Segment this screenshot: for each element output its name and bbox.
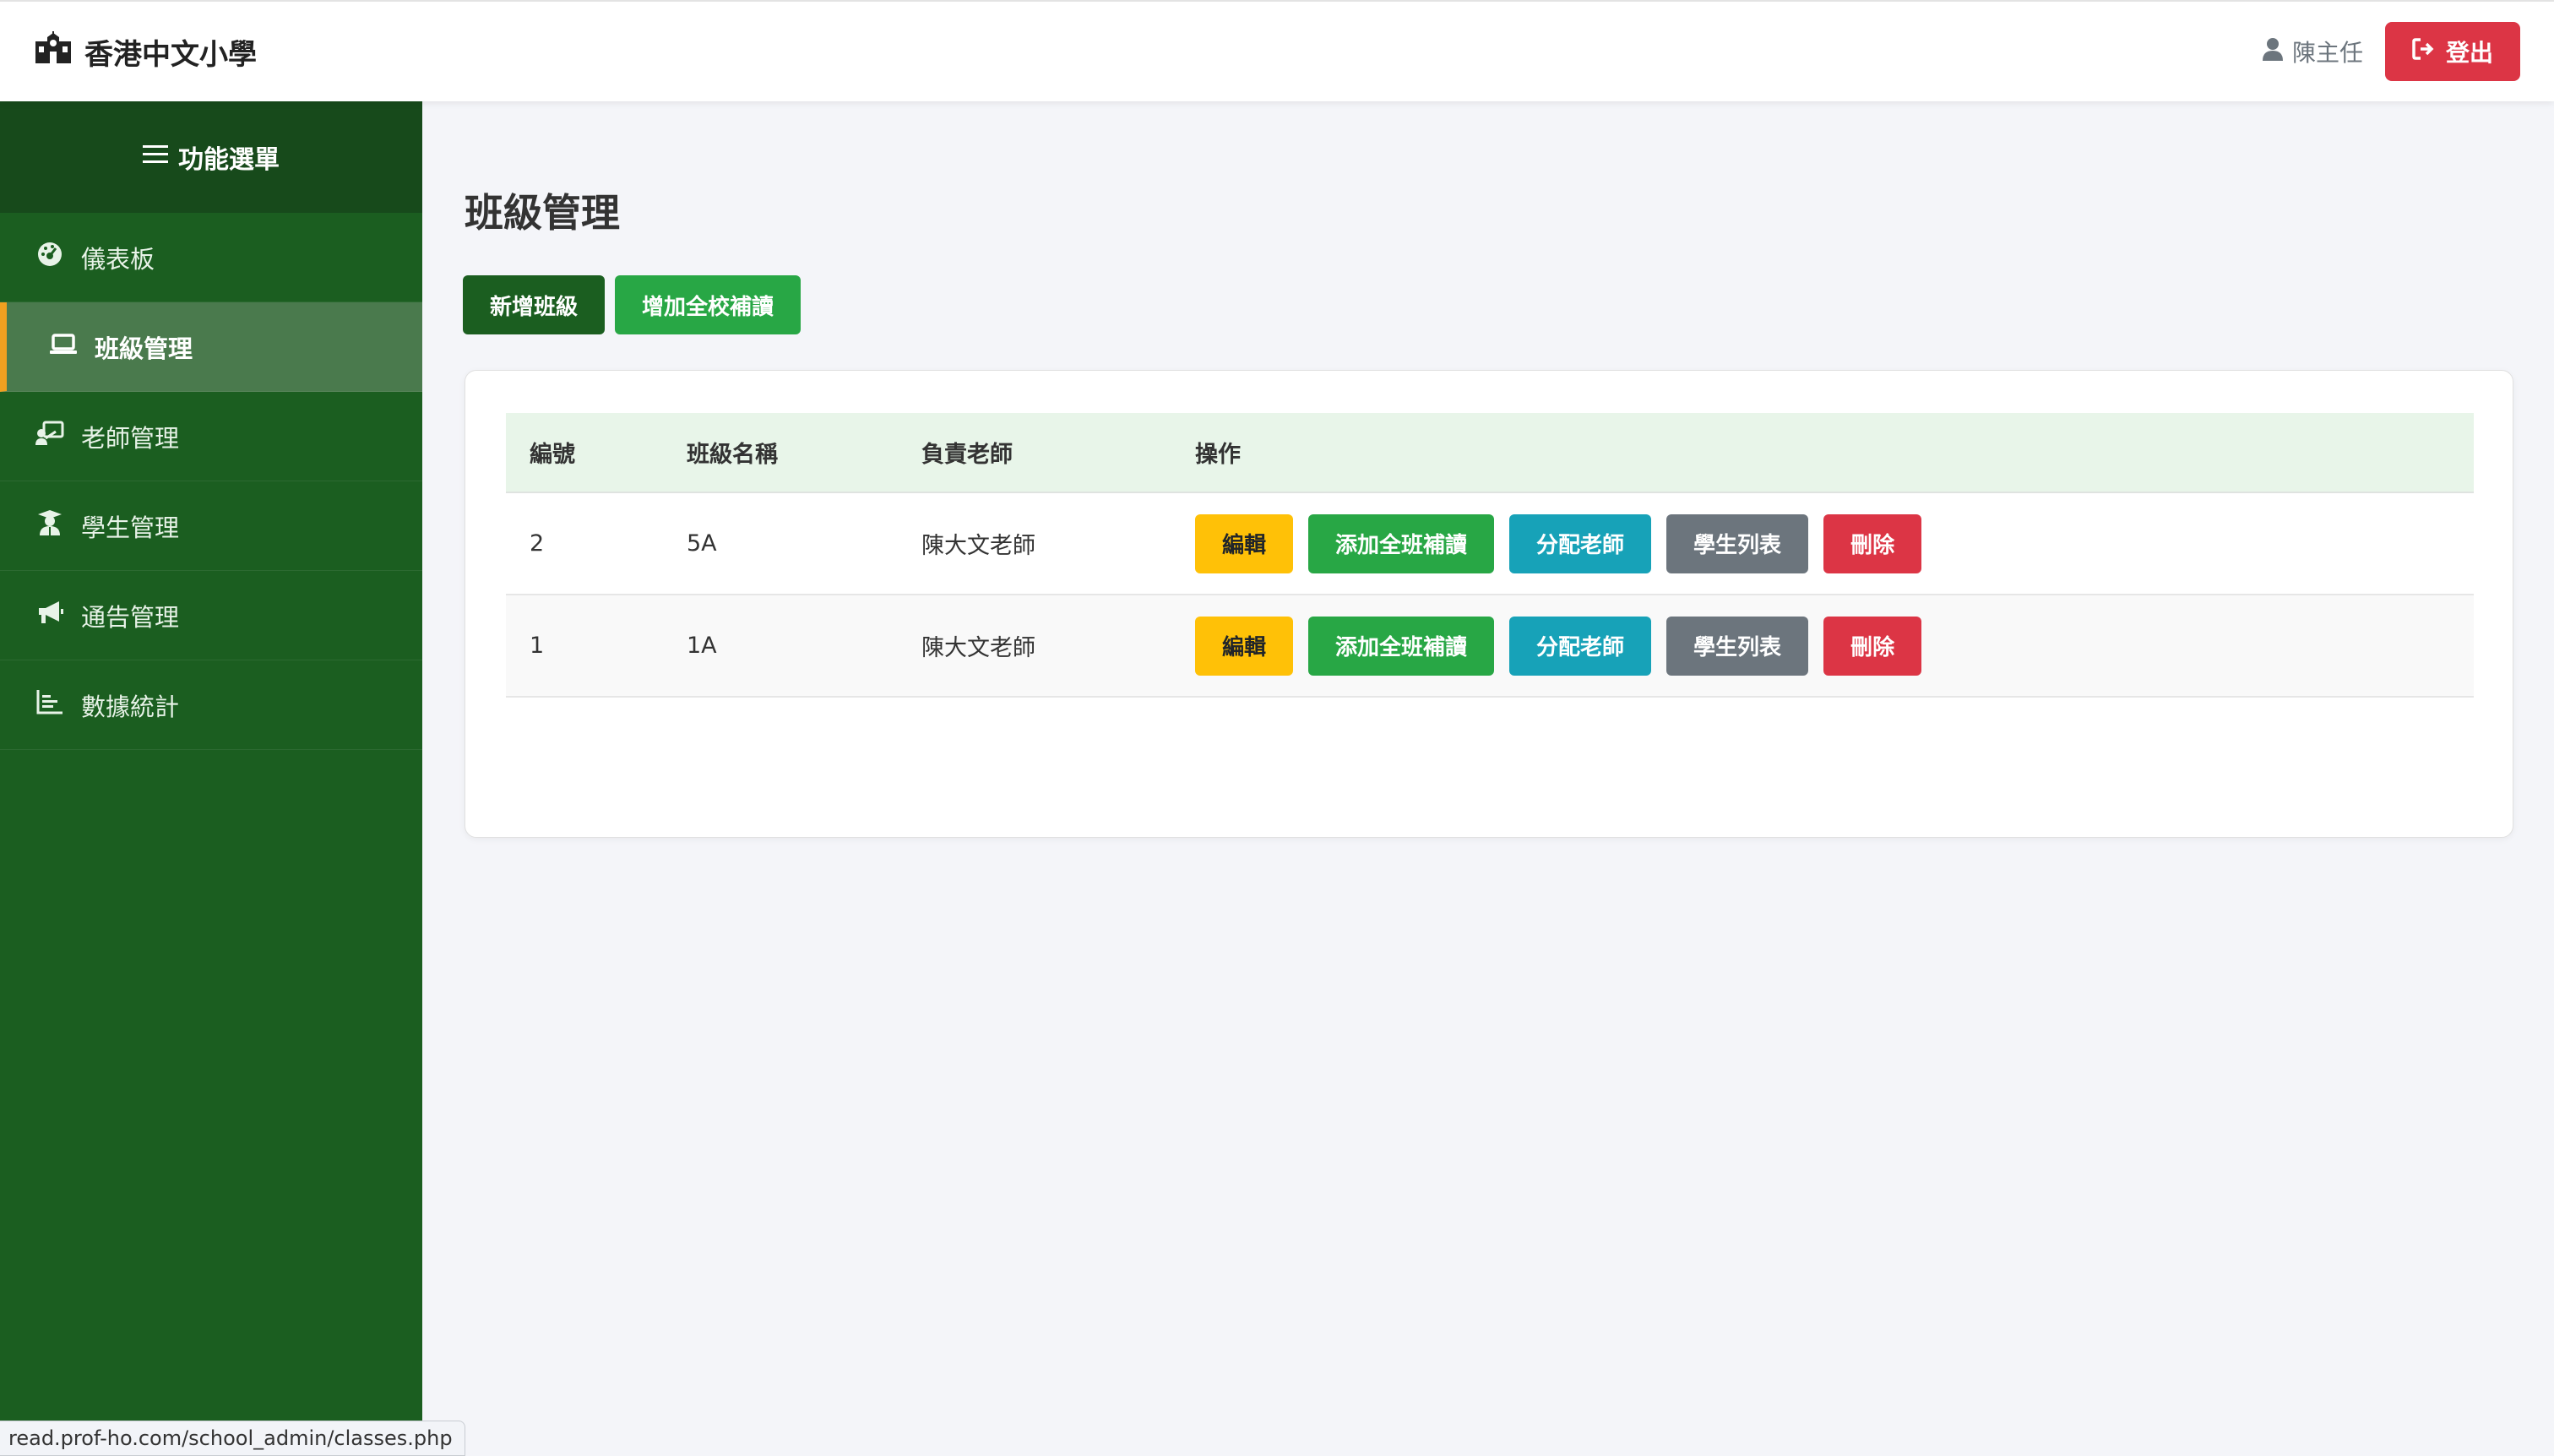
cell-id: 1	[530, 633, 545, 659]
assign-teacher-button[interactable]: 分配老師	[1509, 616, 1652, 676]
logout-button[interactable]: 登出	[2384, 22, 2520, 81]
cell-teacher: 陳大文老師	[921, 635, 1035, 661]
edit-button[interactable]: 編輯	[1195, 513, 1294, 573]
cell-teacher: 陳大文老師	[921, 533, 1035, 559]
main-content: 班級管理 新增班級 增加全校補讀 編號 班級名稱 負責老師 操作 2 5A 陳大…	[422, 101, 2554, 1456]
sidebar-item-dashboard[interactable]: 儀表板	[0, 213, 422, 302]
student-icon	[35, 509, 64, 542]
top-navbar: 香港中文小學 陳主任 登出	[0, 0, 2554, 101]
sidebar-item-notices[interactable]: 通告管理	[0, 571, 422, 660]
chart-icon	[35, 688, 64, 721]
table-row: 1 1A 陳大文老師 編輯 添加全班補讀 分配老師 學生列表 刪除	[506, 595, 2474, 697]
user-icon	[2262, 37, 2284, 67]
sidebar: 功能選單 儀表板 班級管理 老師管理 學生管理 通告管理 數據統計	[0, 101, 422, 1456]
edit-button[interactable]: 編輯	[1195, 616, 1294, 676]
table-row: 2 5A 陳大文老師 編輯 添加全班補讀 分配老師 學生列表 刪除	[506, 492, 2474, 595]
school-name: 香港中文小學	[84, 37, 257, 72]
classes-table: 編號 班級名稱 負責老師 操作 2 5A 陳大文老師 編輯 添加全班補讀 分配老…	[506, 413, 2474, 698]
column-header-actions: 操作	[1171, 413, 2474, 493]
table-header-row: 編號 班級名稱 負責老師 操作	[506, 413, 2474, 493]
sidebar-item-teachers[interactable]: 老師管理	[0, 392, 422, 481]
student-list-button[interactable]: 學生列表	[1666, 616, 1809, 676]
sidebar-title: 功能選單	[178, 145, 280, 175]
page-actions: 新增班級 增加全校補讀	[463, 275, 802, 334]
cell-actions: 編輯 添加全班補讀 分配老師 學生列表 刪除	[1171, 492, 2474, 595]
add-school-remedial-button[interactable]: 增加全校補讀	[615, 275, 802, 334]
user-name: 陳主任	[2291, 39, 2363, 67]
cell-class-name: 5A	[687, 530, 717, 557]
sidebar-item-statistics[interactable]: 數據統計	[0, 660, 422, 750]
dashboard-icon	[35, 241, 64, 274]
assign-teacher-button[interactable]: 分配老師	[1509, 513, 1652, 573]
status-bar-url: read.prof-ho.com/school_admin/classes.ph…	[0, 1421, 465, 1456]
add-class-remedial-button[interactable]: 添加全班補讀	[1308, 616, 1495, 676]
cell-class-name: 1A	[687, 633, 717, 659]
sidebar-item-label: 數據統計	[81, 692, 180, 721]
column-header-id: 編號	[506, 413, 663, 493]
sidebar-item-label: 老師管理	[81, 423, 180, 453]
add-class-remedial-button[interactable]: 添加全班補讀	[1308, 513, 1495, 573]
add-class-button[interactable]: 新增班級	[463, 275, 606, 334]
classes-card: 編號 班級名稱 負責老師 操作 2 5A 陳大文老師 編輯 添加全班補讀 分配老…	[465, 370, 2513, 838]
sidebar-item-students[interactable]: 學生管理	[0, 481, 422, 571]
cell-id: 2	[530, 530, 545, 557]
teacher-icon	[35, 420, 64, 453]
user-info[interactable]: 陳主任	[2262, 35, 2363, 68]
delete-button[interactable]: 刪除	[1823, 513, 1922, 573]
page-title: 班級管理	[465, 190, 620, 236]
sidebar-item-label: 儀表板	[81, 244, 155, 274]
sidebar-item-classes[interactable]: 班級管理	[0, 302, 422, 392]
school-icon	[34, 30, 73, 73]
megaphone-icon	[35, 599, 64, 632]
menu-icon	[143, 143, 168, 172]
column-header-teacher: 負責老師	[898, 413, 1171, 493]
sidebar-item-label: 班級管理	[95, 334, 193, 363]
cell-actions: 編輯 添加全班補讀 分配老師 學生列表 刪除	[1171, 595, 2474, 697]
sidebar-item-label: 學生管理	[81, 513, 180, 542]
sign-out-icon	[2412, 37, 2436, 66]
brand[interactable]: 香港中文小學	[34, 30, 257, 73]
sidebar-item-label: 通告管理	[81, 602, 180, 632]
delete-button[interactable]: 刪除	[1823, 616, 1922, 676]
sidebar-header: 功能選單	[0, 101, 422, 213]
student-list-button[interactable]: 學生列表	[1666, 513, 1809, 573]
column-header-class-name: 班級名稱	[663, 413, 898, 493]
laptop-icon	[49, 330, 78, 363]
logout-label: 登出	[2445, 39, 2493, 67]
